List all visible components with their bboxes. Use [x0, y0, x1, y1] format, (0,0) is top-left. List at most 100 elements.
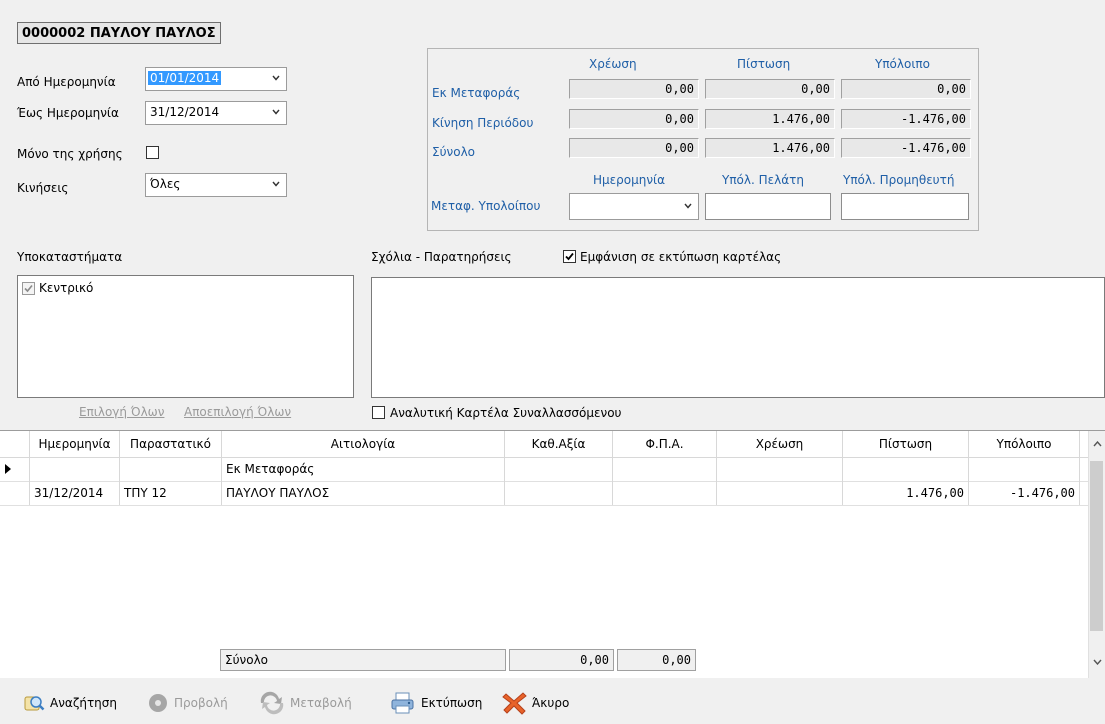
check-icon — [24, 284, 33, 292]
movements-select[interactable]: Όλες — [145, 173, 287, 197]
col-header-reason[interactable]: Αιτιολογία — [222, 431, 505, 457]
current-row-indicator-icon — [5, 464, 11, 474]
col-supplier-balance-header: Υπόλ. Προμηθευτή — [843, 173, 955, 187]
total-balance: -1.476,00 — [841, 138, 971, 158]
cell-balance[interactable] — [969, 457, 1080, 481]
cell-balance[interactable]: -1.476,00 — [969, 481, 1080, 505]
view-label: Προβολή — [174, 696, 228, 710]
table-row[interactable]: 31/12/2014 ΤΠΥ 12 ΠΑΥΛΟΥ ΠΑΥΛΟΣ 1.476,00… — [0, 481, 1088, 506]
only-fiscal-label: Μόνο της χρήσης — [17, 147, 123, 161]
cell-date[interactable] — [30, 457, 120, 481]
total-debit: 0,00 — [569, 138, 699, 158]
print-label: Εκτύπωση — [421, 696, 483, 710]
cell-document[interactable] — [120, 457, 222, 481]
chevron-down-icon[interactable] — [684, 202, 692, 210]
footer-total-vat: 0,00 — [617, 649, 696, 671]
cell-date[interactable]: 31/12/2014 — [30, 481, 120, 505]
comments-label: Σχόλια - Παρατηρήσεις — [371, 250, 512, 264]
check-icon — [565, 252, 574, 261]
period-movement-debit: 0,00 — [569, 109, 699, 129]
col-header-balance[interactable]: Υπόλοιπο — [969, 431, 1080, 457]
table-row[interactable]: Εκ Μεταφοράς — [0, 457, 1088, 482]
total-credit: 1.476,00 — [705, 138, 835, 158]
col-header-vat[interactable]: Φ.Π.Α. — [613, 431, 717, 457]
from-date-picker[interactable]: 01/01/2014 — [145, 67, 287, 91]
cell-credit[interactable]: 1.476,00 — [843, 481, 969, 505]
col-header-debit[interactable]: Χρέωση — [717, 431, 843, 457]
to-date-value: 31/12/2014 — [150, 105, 220, 119]
edit-button[interactable]: Μεταβολή — [258, 682, 352, 724]
col-header-document[interactable]: Παραστατικό — [120, 431, 222, 457]
show-in-print-label: Εμφάνιση σε εκτύπωση καρτέλας — [580, 250, 782, 264]
movements-label: Κινήσεις — [17, 181, 69, 195]
deselect-all-link[interactable]: Αποεπιλογή Όλων — [184, 405, 291, 419]
carry-forward-balance: 0,00 — [841, 79, 971, 99]
scrollbar-thumb[interactable] — [1090, 461, 1103, 631]
cell-reason[interactable]: Εκ Μεταφοράς — [222, 457, 505, 481]
chevron-down-icon[interactable] — [272, 108, 280, 116]
row-selector-header — [0, 431, 30, 457]
print-button[interactable]: Εκτύπωση — [389, 682, 482, 724]
from-date-label: Από Ημερομηνία — [17, 75, 116, 89]
page-title: 0000002 ΠΑΥΛΟΥ ΠΑΥΛΟΣ — [17, 22, 221, 44]
cell-net-value[interactable] — [505, 457, 613, 481]
col-debit-header: Χρέωση — [589, 57, 637, 71]
analytic-card-checkbox[interactable] — [372, 406, 385, 419]
branch-label: Κεντρικό — [39, 281, 94, 295]
total-label: Σύνολο — [432, 145, 476, 159]
period-movement-label: Κίνηση Περιόδου — [432, 116, 534, 130]
footer-total-label: Σύνολο — [220, 649, 506, 671]
show-in-print-checkbox[interactable] — [563, 250, 576, 263]
cell-vat[interactable] — [613, 457, 717, 481]
transactions-grid[interactable]: Ημερομηνία Παραστατικό Αιτιολογία Καθ.Αξ… — [0, 430, 1105, 678]
printer-icon — [391, 692, 414, 714]
chevron-down-icon[interactable] — [272, 180, 280, 188]
from-date-value: 01/01/2014 — [148, 71, 222, 85]
cancel-button[interactable]: Άκυρο — [502, 682, 569, 724]
period-movement-credit: 1.476,00 — [705, 109, 835, 129]
scroll-up-icon[interactable] — [1093, 441, 1102, 447]
search-button[interactable]: Αναζήτηση — [22, 682, 117, 724]
col-balance-header: Υπόλοιπο — [875, 57, 930, 71]
to-date-picker[interactable]: 31/12/2014 — [145, 101, 287, 125]
row-selector[interactable] — [0, 457, 30, 481]
branch-checkbox[interactable] — [22, 281, 35, 295]
transfer-date-select[interactable] — [569, 193, 699, 220]
view-button[interactable]: Προβολή — [146, 682, 228, 724]
carry-forward-credit: 0,00 — [705, 79, 835, 99]
cell-debit[interactable] — [717, 481, 843, 505]
col-customer-balance-header: Υπόλ. Πελάτη — [722, 173, 804, 187]
customer-balance-input[interactable] — [705, 193, 831, 220]
period-movement-balance: -1.476,00 — [841, 109, 971, 129]
cell-reason[interactable]: ΠΑΥΛΟΥ ΠΑΥΛΟΣ — [222, 481, 505, 505]
row-selector[interactable] — [0, 481, 30, 505]
col-header-net-value[interactable]: Καθ.Αξία — [505, 431, 613, 457]
chevron-down-icon[interactable] — [272, 74, 280, 82]
cell-net-value[interactable] — [505, 481, 613, 505]
carry-forward-debit: 0,00 — [569, 79, 699, 99]
select-all-link[interactable]: Επιλογή Όλων — [79, 405, 164, 419]
scroll-down-icon[interactable] — [1093, 659, 1102, 665]
view-icon — [149, 694, 167, 712]
cell-document[interactable]: ΤΠΥ 12 — [120, 481, 222, 505]
branch-item[interactable]: Κεντρικό — [22, 281, 93, 295]
supplier-balance-input[interactable] — [841, 193, 969, 220]
comments-textarea[interactable] — [371, 277, 1105, 398]
col-header-date[interactable]: Ημερομηνία — [30, 431, 120, 457]
footer-total-net: 0,00 — [509, 649, 614, 671]
grid-header: Ημερομηνία Παραστατικό Αιτιολογία Καθ.Αξ… — [0, 431, 1088, 458]
search-icon — [24, 696, 45, 711]
col-date-header: Ημερομηνία — [593, 173, 666, 187]
branches-label: Υποκαταστήματα — [17, 250, 123, 264]
cell-debit[interactable] — [717, 457, 843, 481]
search-label: Αναζήτηση — [50, 696, 117, 710]
carry-forward-label: Εκ Μεταφοράς — [432, 86, 521, 100]
cell-vat[interactable] — [613, 481, 717, 505]
only-fiscal-checkbox[interactable] — [146, 146, 159, 159]
edit-icon — [260, 691, 284, 715]
transfer-balance-label: Μεταφ. Υπολοίπου — [431, 199, 541, 213]
col-header-credit[interactable]: Πίστωση — [843, 431, 969, 457]
close-icon — [502, 692, 527, 715]
analytic-card-label: Αναλυτική Καρτέλα Συναλλασσόμενου — [390, 406, 622, 420]
cell-credit[interactable] — [843, 457, 969, 481]
